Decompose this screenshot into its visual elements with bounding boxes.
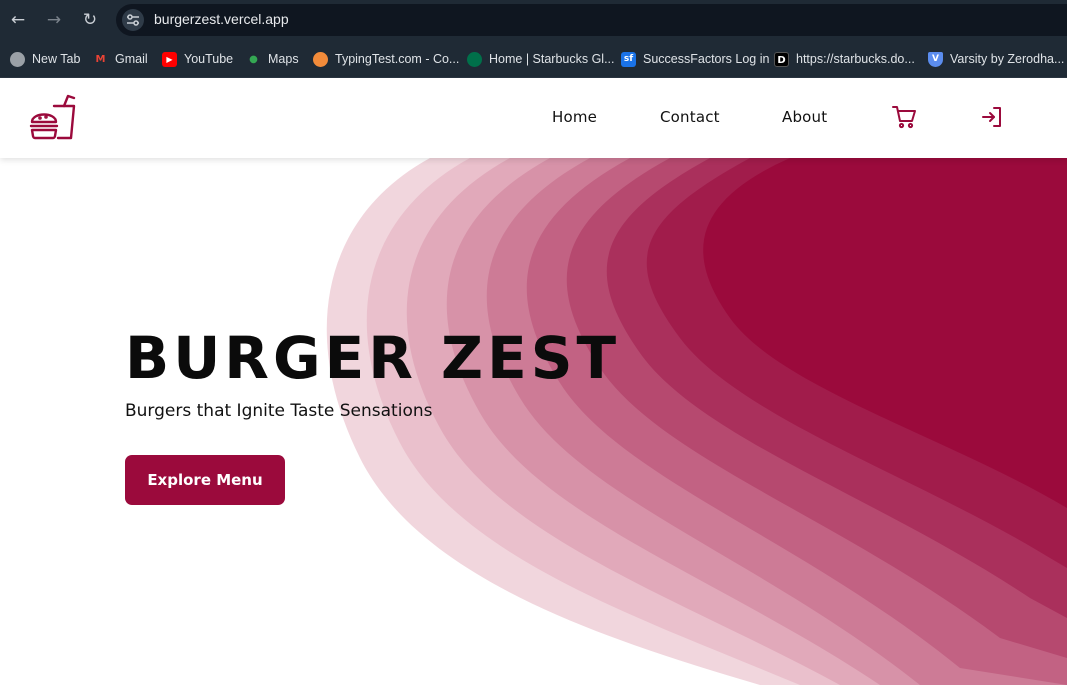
back-icon[interactable]: ← bbox=[8, 10, 28, 30]
gmail-icon: M bbox=[95, 53, 106, 65]
forward-icon[interactable]: → bbox=[44, 10, 64, 30]
bookmark-label: https://starbucks.do... bbox=[796, 52, 915, 66]
login-icon[interactable] bbox=[980, 105, 1004, 129]
burger-logo-icon[interactable] bbox=[28, 94, 78, 142]
nav-about[interactable]: About bbox=[782, 108, 827, 126]
bookmark-gmail[interactable]: M Gmail bbox=[93, 49, 148, 69]
bookmark-label: SuccessFactors Log in bbox=[643, 52, 770, 66]
d-icon: D bbox=[774, 51, 789, 67]
bookmark-successfactors[interactable]: sf SuccessFactors Log in bbox=[621, 49, 769, 69]
bookmark-starbucks-docs[interactable]: D https://starbucks.do... bbox=[774, 49, 915, 69]
youtube-icon: ▶ bbox=[162, 51, 177, 67]
bookmark-maps[interactable]: ● Maps bbox=[246, 49, 299, 69]
maps-icon: ● bbox=[249, 53, 258, 65]
bookmark-label: TypingTest.com - Co... bbox=[335, 52, 460, 66]
bookmark-label: Varsity by Zerodha... bbox=[950, 52, 1065, 66]
hero-section: BURGER ZEST Burgers that Ignite Taste Se… bbox=[0, 158, 1067, 685]
nav-home[interactable]: Home bbox=[552, 108, 597, 126]
bookmark-youtube[interactable]: ▶ YouTube bbox=[162, 49, 233, 69]
bookmark-starbucks[interactable]: Home | Starbucks Gl... bbox=[467, 49, 615, 69]
globe-icon bbox=[10, 51, 25, 67]
hero-subtitle: Burgers that Ignite Taste Sensations bbox=[125, 401, 433, 421]
bookmarks-bar: New Tab M Gmail ▶ YouTube ● Maps TypingT… bbox=[0, 40, 1067, 78]
bookmark-label: New Tab bbox=[32, 52, 81, 66]
cart-icon[interactable] bbox=[891, 104, 917, 130]
hero-title: BURGER ZEST bbox=[125, 324, 621, 392]
url-text[interactable]: burgerzest.vercel.app bbox=[154, 11, 289, 27]
typingtest-icon bbox=[313, 51, 328, 67]
site-info-icon[interactable] bbox=[122, 9, 144, 31]
address-bar[interactable]: burgerzest.vercel.app bbox=[116, 4, 1067, 36]
nav-contact[interactable]: Contact bbox=[660, 108, 720, 126]
varsity-icon: V bbox=[928, 51, 943, 67]
explore-menu-button[interactable]: Explore Menu bbox=[125, 455, 285, 505]
browser-toolbar: ← → ↻ burgerzest.vercel.app bbox=[0, 0, 1067, 40]
bookmark-label: YouTube bbox=[184, 52, 234, 66]
bookmark-typingtest[interactable]: TypingTest.com - Co... bbox=[313, 49, 459, 69]
bookmark-label: Gmail bbox=[115, 52, 148, 66]
bookmark-label: Home | Starbucks Gl... bbox=[489, 52, 615, 66]
bookmark-new-tab[interactable]: New Tab bbox=[10, 49, 80, 69]
site-header: Home Contact About bbox=[0, 78, 1067, 158]
starbucks-icon bbox=[467, 51, 482, 67]
successfactors-icon: sf bbox=[621, 51, 636, 67]
hero-wave-background bbox=[326, 158, 1067, 685]
bookmark-label: Maps bbox=[268, 52, 299, 66]
reload-icon[interactable]: ↻ bbox=[80, 10, 100, 30]
bookmark-varsity[interactable]: V Varsity by Zerodha... bbox=[928, 49, 1064, 69]
